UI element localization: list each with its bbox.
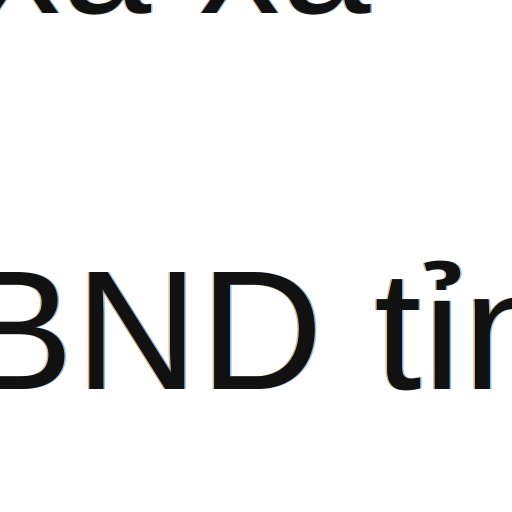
text-line-main: BND tỉn	[0, 236, 512, 426]
zoomed-document-view: xã xã BND tỉn	[0, 0, 512, 512]
text-line-top: xã xã	[0, 0, 372, 38]
